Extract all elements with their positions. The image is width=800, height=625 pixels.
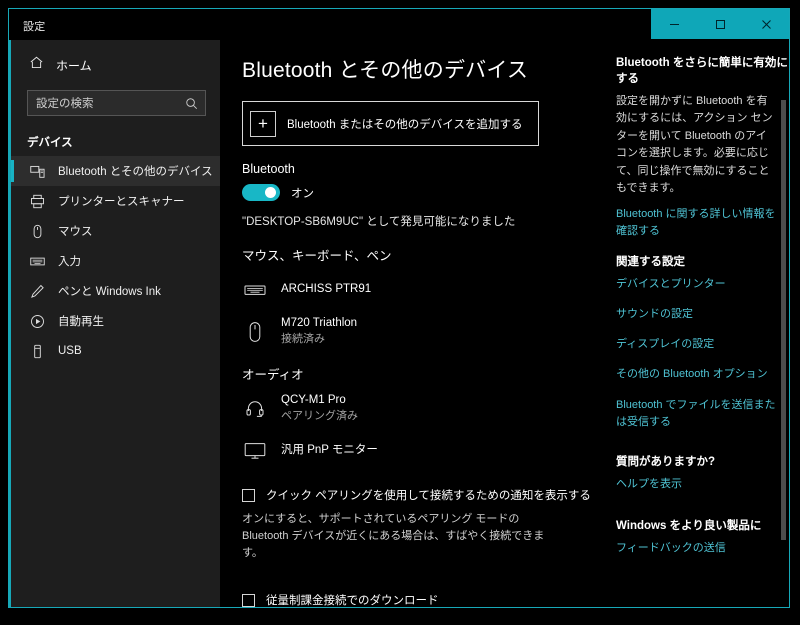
help-link-learn-bluetooth[interactable]: Bluetooth に関する詳しい情報を確認する [616,206,778,240]
quick-pairing-checkbox[interactable] [242,488,255,502]
home-label: ホーム [56,58,92,73]
device-info: QCY-M1 Pro ペアリング済み [281,393,358,423]
usb-icon [29,344,45,359]
close-button[interactable] [743,9,789,39]
mouse-icon [242,321,268,343]
link-devices-and-printers[interactable]: デバイスとプリンター [616,276,778,293]
help-section-enable-bluetooth: Bluetooth をさらに簡単に有効にする 設定を開かずに Bluetooth… [616,54,789,240]
headset-icon [242,399,268,419]
help-heading: Windows をより良い製品に [616,519,762,532]
sidebar-item-mouse[interactable]: マウス [11,216,220,246]
help-heading: 関連する設定 [616,256,685,269]
window-content: ホーム 設定の検索 デバイス Bluetooth とその他のデバイス プリンター… [9,40,789,607]
device-status: ペアリング済み [281,409,358,422]
help-heading: 質問がありますか? [616,455,716,468]
scrollbar-thumb[interactable] [781,100,786,540]
autoplay-icon [29,314,45,329]
monitor-icon [242,442,268,460]
device-name: ARCHISS PTR91 [281,282,372,295]
add-device-label: Bluetooth またはその他のデバイスを追加する [287,118,523,131]
sidebar-section-title: デバイス [27,137,73,149]
window-controls [651,9,789,39]
sidebar-item-bluetooth-devices[interactable]: Bluetooth とその他のデバイス [11,156,220,186]
sidebar-item-label: USB [58,345,82,357]
toggle-knob [265,187,276,198]
link-more-bluetooth-options[interactable]: その他の Bluetooth オプション [616,366,778,383]
quick-pairing-label: クイック ペアリングを使用して接続するための通知を表示する [266,490,591,502]
link-display-settings[interactable]: ディスプレイの設定 [616,336,778,353]
mouse-icon [29,224,45,239]
help-section-related-settings: 関連する設定 デバイスとプリンター サウンドの設定 ディスプレイの設定 その他の… [616,253,789,430]
metered-download-label: 従量制課金接続でのダウンロード [266,595,439,607]
vertical-scrollbar[interactable] [781,40,786,607]
device-name: M720 Triathlon [281,317,358,330]
link-get-help[interactable]: ヘルプを表示 [616,476,778,493]
home-icon [29,55,44,75]
sidebar-item-pen-windows-ink[interactable]: ペンと Windows Ink [11,276,220,306]
search-input[interactable]: 設定の検索 [27,90,206,116]
window-title: 設定 [23,21,46,33]
sidebar-item-printers[interactable]: プリンターとスキャナー [11,186,220,216]
metered-download-checkbox[interactable] [242,593,255,607]
device-name: QCY-M1 Pro [281,394,346,407]
title-bar[interactable]: 設定 [9,9,789,40]
add-device-button[interactable]: + Bluetooth またはその他のデバイスを追加する [242,101,539,146]
help-pane: Bluetooth をさらに簡単に有効にする 設定を開かずに Bluetooth… [608,40,789,607]
sidebar-item-label: Bluetooth とその他のデバイス [58,166,213,178]
device-info: ARCHISS PTR91 [281,282,371,298]
help-section-improve-windows: Windows をより良い製品に フィードバックの送信 [616,517,789,557]
settings-window: 設定 ホーム 設定の検索 デバイス Bluetooth とその他のデバイス プリ… [8,8,790,608]
help-section-questions: 質問がありますか? ヘルプを表示 [616,453,789,493]
sidebar-item-typing[interactable]: 入力 [11,246,220,276]
sidebar-item-usb[interactable]: USB [11,336,220,366]
plus-icon: + [250,110,276,137]
printer-icon [29,194,45,209]
bluetooth-toggle[interactable] [242,184,280,201]
sidebar-item-label: マウス [58,226,93,238]
sidebar-item-autoplay[interactable]: 自動再生 [11,306,220,336]
bluetooth-devices-icon [29,164,45,179]
sidebar-item-label: プリンターとスキャナー [58,196,185,208]
link-send-receive-files-bluetooth[interactable]: Bluetooth でファイルを送信または受信する [616,397,778,431]
keyboard-icon [242,282,268,298]
search-input-value: 設定の検索 [36,98,94,110]
search-icon [185,97,205,110]
quick-pairing-description: オンにすると、サポートされているペアリング モードの Bluetooth デバイ… [242,513,545,560]
keyboard-icon [29,254,45,269]
help-heading: Bluetooth をさらに簡単に有効にする [616,57,788,85]
sidebar-item-label: 入力 [58,256,81,268]
link-send-feedback[interactable]: フィードバックの送信 [616,540,778,557]
bluetooth-toggle-state: オン [291,187,314,200]
device-status: 接続済み [281,332,325,345]
sidebar-item-home[interactable]: ホーム [29,52,220,78]
help-body-text: 設定を開かずに Bluetooth を有効にするには、アクション センターを開い… [616,95,773,194]
minimize-button[interactable] [651,9,697,39]
sidebar: ホーム 設定の検索 デバイス Bluetooth とその他のデバイス プリンター… [9,40,220,607]
pen-icon [29,284,45,299]
link-sound-settings[interactable]: サウンドの設定 [616,306,778,323]
sidebar-item-label: ペンと Windows Ink [58,286,161,298]
sidebar-item-label: 自動再生 [58,316,104,328]
device-info: 汎用 PnP モニター [281,443,378,459]
device-name: 汎用 PnP モニター [281,443,378,456]
device-info: M720 Triathlon 接続済み [281,316,357,346]
maximize-button[interactable] [697,9,743,39]
